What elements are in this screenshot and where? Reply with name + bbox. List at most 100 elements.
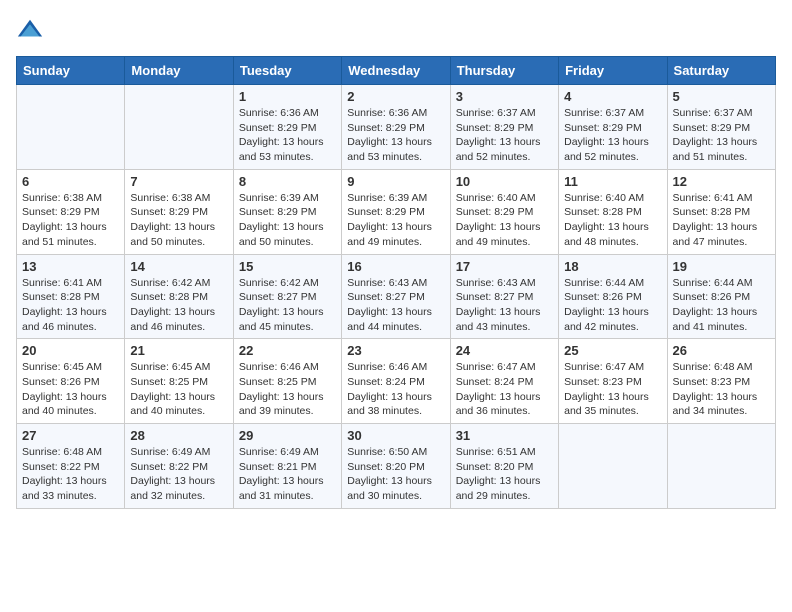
calendar-day-cell (125, 85, 233, 170)
calendar-day-cell (667, 424, 775, 509)
calendar-day-cell: 1 Sunrise: 6:36 AM Sunset: 8:29 PM Daylig… (233, 85, 341, 170)
calendar-day-cell: 18 Sunrise: 6:44 AM Sunset: 8:26 PM Dayli… (559, 254, 667, 339)
day-info: Sunrise: 6:41 AM Sunset: 8:28 PM Dayligh… (673, 191, 770, 250)
calendar-day-cell: 19 Sunrise: 6:44 AM Sunset: 8:26 PM Dayli… (667, 254, 775, 339)
calendar-week-row: 13Sunrise: 6:41 AM Sunset: 8:28 PM Dayli… (17, 254, 776, 339)
day-number: 7 (130, 174, 227, 189)
day-info: Sunrise: 6:43 AM Sunset: 8:27 PM Dayligh… (456, 276, 553, 335)
calendar-day-cell: 2 Sunrise: 6:36 AM Sunset: 8:29 PM Daylig… (342, 85, 450, 170)
day-number: 26 (673, 343, 770, 358)
weekday-header: Thursday (450, 57, 558, 85)
day-info: Sunrise: 6:42 AM Sunset: 8:27 PM Dayligh… (239, 276, 336, 335)
day-info: Sunrise: 6:44 AM Sunset: 8:26 PM Dayligh… (673, 276, 770, 335)
calendar-day-cell: 8 Sunrise: 6:39 AM Sunset: 8:29 PM Daylig… (233, 169, 341, 254)
day-number: 20 (22, 343, 119, 358)
day-number: 5 (673, 89, 770, 104)
calendar-day-cell: 17 Sunrise: 6:43 AM Sunset: 8:27 PM Dayli… (450, 254, 558, 339)
day-number: 11 (564, 174, 661, 189)
weekday-header: Monday (125, 57, 233, 85)
calendar-day-cell (17, 85, 125, 170)
calendar-day-cell: 27Sunrise: 6:48 AM Sunset: 8:22 PM Dayli… (17, 424, 125, 509)
weekday-header: Wednesday (342, 57, 450, 85)
day-info: Sunrise: 6:45 AM Sunset: 8:26 PM Dayligh… (22, 360, 119, 419)
day-info: Sunrise: 6:37 AM Sunset: 8:29 PM Dayligh… (673, 106, 770, 165)
day-info: Sunrise: 6:49 AM Sunset: 8:22 PM Dayligh… (130, 445, 227, 504)
weekday-header: Tuesday (233, 57, 341, 85)
calendar-day-cell: 3 Sunrise: 6:37 AM Sunset: 8:29 PM Daylig… (450, 85, 558, 170)
logo (16, 16, 48, 44)
weekday-header: Friday (559, 57, 667, 85)
calendar-day-cell: 20 Sunrise: 6:45 AM Sunset: 8:26 PM Dayli… (17, 339, 125, 424)
calendar-week-row: 1 Sunrise: 6:36 AM Sunset: 8:29 PM Daylig… (17, 85, 776, 170)
day-number: 8 (239, 174, 336, 189)
day-info: Sunrise: 6:36 AM Sunset: 8:29 PM Dayligh… (347, 106, 444, 165)
day-number: 30 (347, 428, 444, 443)
day-info: Sunrise: 6:51 AM Sunset: 8:20 PM Dayligh… (456, 445, 553, 504)
day-info: Sunrise: 6:47 AM Sunset: 8:23 PM Dayligh… (564, 360, 661, 419)
calendar-day-cell: 5 Sunrise: 6:37 AM Sunset: 8:29 PM Daylig… (667, 85, 775, 170)
calendar-day-cell: 23Sunrise: 6:46 AM Sunset: 8:24 PM Dayli… (342, 339, 450, 424)
day-info: Sunrise: 6:46 AM Sunset: 8:25 PM Dayligh… (239, 360, 336, 419)
day-info: Sunrise: 6:43 AM Sunset: 8:27 PM Dayligh… (347, 276, 444, 335)
day-number: 28 (130, 428, 227, 443)
day-info: Sunrise: 6:39 AM Sunset: 8:29 PM Dayligh… (347, 191, 444, 250)
calendar-day-cell: 28 Sunrise: 6:49 AM Sunset: 8:22 PM Dayli… (125, 424, 233, 509)
day-number: 15 (239, 259, 336, 274)
day-info: Sunrise: 6:47 AM Sunset: 8:24 PM Dayligh… (456, 360, 553, 419)
day-info: Sunrise: 6:49 AM Sunset: 8:21 PM Dayligh… (239, 445, 336, 504)
day-number: 22 (239, 343, 336, 358)
weekday-header: Sunday (17, 57, 125, 85)
day-info: Sunrise: 6:45 AM Sunset: 8:25 PM Dayligh… (130, 360, 227, 419)
calendar-day-cell: 31 Sunrise: 6:51 AM Sunset: 8:20 PM Dayli… (450, 424, 558, 509)
day-number: 17 (456, 259, 553, 274)
day-number: 6 (22, 174, 119, 189)
day-number: 18 (564, 259, 661, 274)
day-number: 31 (456, 428, 553, 443)
day-number: 21 (130, 343, 227, 358)
calendar-day-cell: 16 Sunrise: 6:43 AM Sunset: 8:27 PM Dayli… (342, 254, 450, 339)
day-number: 3 (456, 89, 553, 104)
calendar-day-cell: 7 Sunrise: 6:38 AM Sunset: 8:29 PM Daylig… (125, 169, 233, 254)
day-number: 9 (347, 174, 444, 189)
day-info: Sunrise: 6:40 AM Sunset: 8:28 PM Dayligh… (564, 191, 661, 250)
day-info: Sunrise: 6:38 AM Sunset: 8:29 PM Dayligh… (130, 191, 227, 250)
calendar-week-row: 20 Sunrise: 6:45 AM Sunset: 8:26 PM Dayli… (17, 339, 776, 424)
calendar-header-row: SundayMondayTuesdayWednesdayThursdayFrid… (17, 57, 776, 85)
day-number: 2 (347, 89, 444, 104)
calendar-day-cell: 14 Sunrise: 6:42 AM Sunset: 8:28 PM Dayli… (125, 254, 233, 339)
day-info: Sunrise: 6:48 AM Sunset: 8:23 PM Dayligh… (673, 360, 770, 419)
day-number: 27 (22, 428, 119, 443)
calendar-day-cell: 21 Sunrise: 6:45 AM Sunset: 8:25 PM Dayli… (125, 339, 233, 424)
day-number: 10 (456, 174, 553, 189)
calendar-day-cell (559, 424, 667, 509)
day-info: Sunrise: 6:44 AM Sunset: 8:26 PM Dayligh… (564, 276, 661, 335)
calendar-day-cell: 12Sunrise: 6:41 AM Sunset: 8:28 PM Dayli… (667, 169, 775, 254)
day-info: Sunrise: 6:42 AM Sunset: 8:28 PM Dayligh… (130, 276, 227, 335)
calendar-day-cell: 15 Sunrise: 6:42 AM Sunset: 8:27 PM Dayli… (233, 254, 341, 339)
calendar-day-cell: 29Sunrise: 6:49 AM Sunset: 8:21 PM Dayli… (233, 424, 341, 509)
calendar-day-cell: 11 Sunrise: 6:40 AM Sunset: 8:28 PM Dayli… (559, 169, 667, 254)
day-number: 1 (239, 89, 336, 104)
day-info: Sunrise: 6:50 AM Sunset: 8:20 PM Dayligh… (347, 445, 444, 504)
weekday-header: Saturday (667, 57, 775, 85)
calendar-day-cell: 6Sunrise: 6:38 AM Sunset: 8:29 PM Daylig… (17, 169, 125, 254)
calendar-table: SundayMondayTuesdayWednesdayThursdayFrid… (16, 56, 776, 509)
calendar-day-cell: 30 Sunrise: 6:50 AM Sunset: 8:20 PM Dayli… (342, 424, 450, 509)
logo-icon (16, 16, 44, 44)
day-info: Sunrise: 6:36 AM Sunset: 8:29 PM Dayligh… (239, 106, 336, 165)
calendar-day-cell: 22 Sunrise: 6:46 AM Sunset: 8:25 PM Dayli… (233, 339, 341, 424)
day-number: 16 (347, 259, 444, 274)
day-info: Sunrise: 6:37 AM Sunset: 8:29 PM Dayligh… (564, 106, 661, 165)
calendar-day-cell: 9 Sunrise: 6:39 AM Sunset: 8:29 PM Daylig… (342, 169, 450, 254)
day-number: 14 (130, 259, 227, 274)
day-number: 4 (564, 89, 661, 104)
calendar-day-cell: 25 Sunrise: 6:47 AM Sunset: 8:23 PM Dayli… (559, 339, 667, 424)
day-info: Sunrise: 6:39 AM Sunset: 8:29 PM Dayligh… (239, 191, 336, 250)
day-info: Sunrise: 6:37 AM Sunset: 8:29 PM Dayligh… (456, 106, 553, 165)
page-header (16, 16, 776, 44)
day-number: 25 (564, 343, 661, 358)
calendar-day-cell: 10Sunrise: 6:40 AM Sunset: 8:29 PM Dayli… (450, 169, 558, 254)
day-info: Sunrise: 6:46 AM Sunset: 8:24 PM Dayligh… (347, 360, 444, 419)
calendar-week-row: 27Sunrise: 6:48 AM Sunset: 8:22 PM Dayli… (17, 424, 776, 509)
day-number: 19 (673, 259, 770, 274)
